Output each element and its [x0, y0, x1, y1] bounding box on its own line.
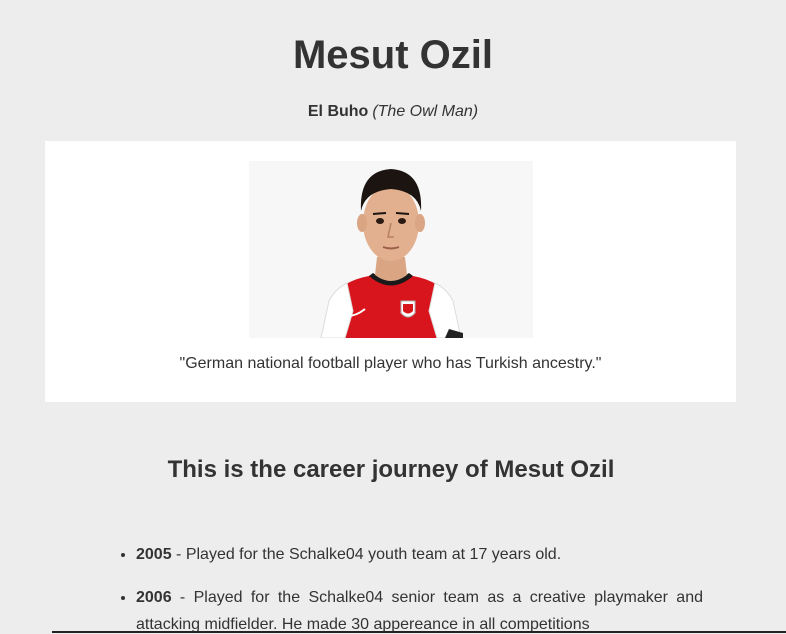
career-timeline: 2005 - Played for the Schalke04 youth te…: [118, 541, 703, 634]
image-card: "German national football player who has…: [45, 141, 736, 402]
timeline-item: 2005 - Played for the Schalke04 youth te…: [136, 541, 703, 568]
nickname: El Buho: [307, 103, 369, 120]
timeline-item: 2006 - Played for the Schalke04 senior t…: [136, 584, 703, 634]
page-title: Mesut Ozil: [292, 33, 494, 77]
bottom-divider: [52, 631, 786, 633]
career-heading: This is the career journey of Mesut Ozil: [167, 456, 615, 483]
timeline-text: - Played for the Schalke04 youth team at…: [171, 546, 562, 563]
subtitle: El Buho (The Owl Man): [0, 102, 786, 122]
timeline-year: 2005: [136, 546, 172, 563]
timeline-text: - Played for the Schalke04 senior team a…: [136, 589, 703, 633]
timeline-year: 2006: [136, 589, 172, 606]
image-caption: "German national football player who has…: [179, 355, 602, 372]
nickname-translation: (The Owl Man): [372, 103, 479, 120]
player-photo: [249, 161, 533, 338]
